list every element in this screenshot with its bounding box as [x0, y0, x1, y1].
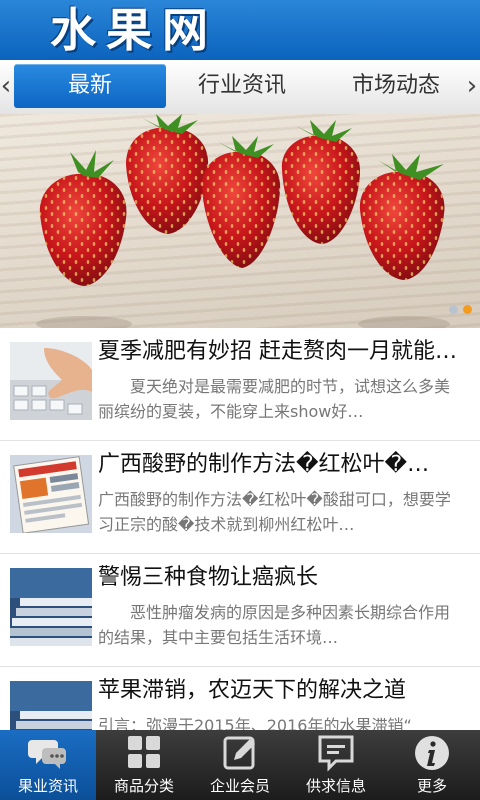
news-title: 苹果滞销，农迈天下的解决之道 — [98, 678, 407, 703]
nav-supply-demand[interactable]: 供求信息 — [288, 730, 384, 800]
nav-enterprise-members[interactable]: 企业会员 — [192, 730, 288, 800]
info-icon — [415, 736, 449, 770]
banner-slider[interactable] — [0, 114, 480, 328]
news-list: 夏季减肥有妙招 赶走赘肉一月就能… 夏天绝对是最需要减肥的时节，试想这么多美丽缤… — [0, 328, 480, 780]
strawberries-image — [36, 114, 450, 328]
nav-label: 供求信息 — [305, 777, 366, 795]
news-summary: 夏天绝对是最需要减肥的时节，试想这么多美丽缤纷的夏装，不能穿上来show好… — [98, 377, 451, 421]
message-icon — [318, 735, 354, 772]
category-tabbar: ‹ 最新 行业资讯 市场动态 › — [0, 60, 480, 115]
tab-industry-news[interactable]: 行业资讯 — [168, 64, 316, 108]
news-thumbnail — [10, 342, 92, 420]
nav-label: 商品分类 — [113, 777, 174, 795]
tabs-prev-arrow-icon[interactable]: ‹ — [0, 68, 14, 104]
news-thumbnail — [10, 568, 92, 646]
app-title: 水果网 — [50, 3, 218, 57]
slide-dot-active[interactable] — [463, 305, 472, 314]
nav-label: 果业资讯 — [17, 777, 78, 795]
nav-fruit-news[interactable]: 果业资讯 — [0, 730, 96, 800]
slide-dot[interactable] — [449, 305, 458, 314]
nav-product-categories[interactable]: 商品分类 — [96, 730, 192, 800]
tab-latest[interactable]: 最新 — [14, 64, 166, 108]
nav-more[interactable]: 更多 — [384, 730, 480, 800]
edit-icon — [223, 736, 255, 770]
grid-icon — [128, 736, 160, 768]
chat-bubbles-icon — [28, 740, 66, 769]
app-header: 水果网 — [0, 0, 480, 60]
tab-market-trends[interactable]: 市场动态 — [320, 64, 472, 108]
news-thumbnail — [10, 455, 92, 533]
news-summary: 恶性肿瘤发病的原因是多种因素长期综合作用的结果，其中主要包括生活环境… — [98, 603, 451, 647]
news-item[interactable]: 夏季减肥有妙招 赶走赘肉一月就能… 夏天绝对是最需要减肥的时节，试想这么多美丽缤… — [0, 328, 480, 441]
news-summary: 广西酸野的制作方法�红松叶�酸甜可口，想要学习正宗的酸�技术就到柳州红松叶… — [98, 490, 451, 534]
news-title: 广西酸野的制作方法�红松叶�… — [98, 452, 430, 477]
tabs-next-arrow-icon[interactable]: › — [464, 68, 480, 104]
news-item[interactable]: 广西酸野的制作方法�红松叶�… 广西酸野的制作方法�红松叶�酸甜可口，想要学习正… — [0, 441, 480, 554]
news-title: 警惕三种食物让癌疯长 — [98, 565, 319, 590]
slide-indicator — [444, 299, 472, 318]
news-item[interactable]: 警惕三种食物让癌疯长 恶性肿瘤发病的原因是多种因素长期综合作用的结果，其中主要包… — [0, 554, 480, 667]
nav-label: 企业会员 — [209, 777, 270, 795]
bottom-navigation: 果业资讯 商品分类 企业会员 供求信息 更多 — [0, 730, 480, 800]
news-title: 夏季减肥有妙招 赶走赘肉一月就能… — [98, 339, 457, 364]
nav-label: 更多 — [416, 777, 447, 795]
